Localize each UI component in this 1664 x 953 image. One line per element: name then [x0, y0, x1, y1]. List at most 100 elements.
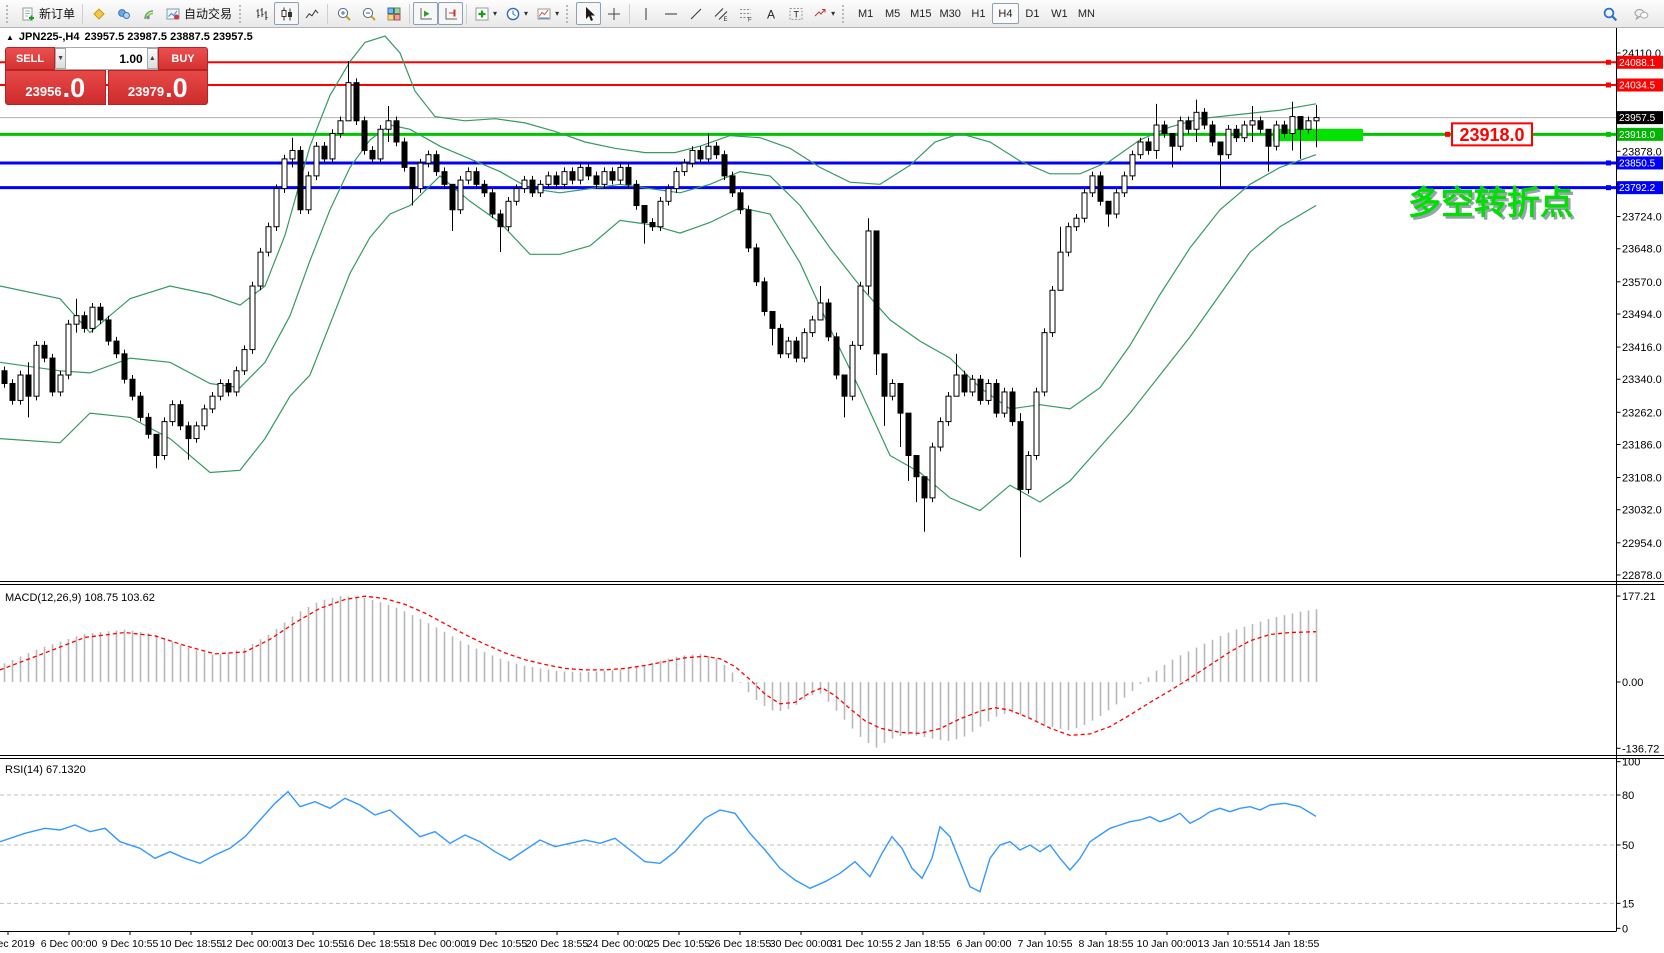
- candle-body: [738, 193, 743, 210]
- line-chart-button[interactable]: [299, 2, 324, 25]
- signals-icon: [141, 6, 157, 22]
- candle-body: [2, 371, 7, 384]
- community-button[interactable]: [111, 2, 136, 25]
- tab-timeframe-m30[interactable]: M30: [936, 3, 965, 24]
- bar-chart-button[interactable]: [249, 2, 274, 25]
- tab-timeframe-h4[interactable]: H4: [992, 3, 1019, 24]
- candle-body: [1202, 112, 1207, 125]
- candle-body: [1138, 142, 1143, 155]
- buy-button[interactable]: BUY: [158, 47, 208, 70]
- candle-body: [354, 83, 359, 121]
- candle-body: [306, 176, 311, 210]
- toolbar-chat-button[interactable]: [1628, 2, 1653, 25]
- candle-body: [914, 456, 919, 477]
- candle-body: [218, 383, 223, 396]
- toolbar-search-button[interactable]: [1597, 2, 1622, 25]
- candle-body: [1042, 333, 1047, 392]
- time-tick-label: 19 Dec 10:55: [465, 938, 528, 950]
- buy-price[interactable]: 23979 .0: [108, 70, 209, 105]
- axis-tag-text: 24088.1: [1619, 58, 1656, 69]
- candle-body: [362, 121, 367, 151]
- candle-body: [682, 163, 687, 171]
- candle-body: [242, 350, 247, 371]
- trendline-button[interactable]: [683, 2, 708, 25]
- chart-shift-button[interactable]: [438, 2, 463, 25]
- chart-canvas[interactable]: 多空转折点多空转折点23918.0MACD(12,26,9) 108.75 10…: [0, 0, 1664, 953]
- volume-up-button[interactable]: ▲: [147, 48, 158, 69]
- candle-body: [554, 176, 559, 184]
- candle-body: [290, 150, 295, 158]
- candle-body: [842, 375, 847, 396]
- candle-body: [210, 396, 215, 409]
- candle-body: [370, 150, 375, 158]
- vline-button[interactable]: [633, 2, 658, 25]
- mql-editor-button[interactable]: [86, 2, 111, 25]
- crosshair-button[interactable]: [601, 2, 626, 25]
- candle-body: [1090, 176, 1095, 193]
- tab-timeframe-m5[interactable]: M5: [879, 3, 906, 24]
- chevron-down-icon: ▾: [524, 10, 528, 18]
- periods-button[interactable]: ▾: [501, 2, 532, 25]
- tab-timeframe-w1[interactable]: W1: [1046, 3, 1073, 24]
- tab-timeframe-m1[interactable]: M1: [852, 3, 879, 24]
- collapse-icon[interactable]: ▲: [6, 33, 14, 42]
- candle-body: [234, 371, 239, 392]
- fibo-button[interactable]: F: [733, 2, 758, 25]
- new-order-button[interactable]: 新订单: [16, 2, 79, 25]
- tile-windows-button[interactable]: [381, 2, 406, 25]
- rsi-tick-label: 80: [1622, 790, 1634, 802]
- candle-body: [1098, 176, 1103, 201]
- zoom-out-button[interactable]: [356, 2, 381, 25]
- one-click-trade-panel: SELL ▼ ▲ BUY 23956 .0 23979 .0: [5, 47, 208, 105]
- label-button[interactable]: T: [783, 2, 808, 25]
- macd-tick-label: -136.72: [1622, 743, 1659, 755]
- hline-button[interactable]: [658, 2, 683, 25]
- shapes-button[interactable]: ▾: [808, 2, 839, 25]
- candle-body: [1066, 227, 1071, 252]
- volume-down-button[interactable]: ▼: [55, 48, 66, 69]
- candle-body: [490, 193, 495, 214]
- channel-button[interactable]: E: [708, 2, 733, 25]
- candle-body: [1146, 142, 1151, 150]
- annotation-text[interactable]: 多空转折点: [1408, 184, 1573, 221]
- trendline-icon: [688, 6, 704, 22]
- sell-button[interactable]: SELL: [5, 47, 55, 70]
- cursor-button[interactable]: [576, 2, 601, 25]
- svg-text:T: T: [793, 9, 799, 19]
- templates-button[interactable]: ▾: [532, 2, 563, 25]
- candle-body: [226, 383, 231, 391]
- sell-price[interactable]: 23956 .0: [5, 70, 106, 105]
- candle-body: [18, 375, 23, 400]
- candle-body: [58, 375, 63, 392]
- candle-body: [154, 434, 159, 455]
- volume-input[interactable]: [66, 48, 146, 69]
- candle-body: [1058, 252, 1063, 290]
- time-tick-label: 25 Dec 10:55: [648, 938, 711, 950]
- zoom-in-button[interactable]: [331, 2, 356, 25]
- candle-chart-button[interactable]: [274, 2, 299, 25]
- candle-body: [786, 341, 791, 354]
- autotrading-button-label: 自动交易: [184, 5, 232, 22]
- indicators-button[interactable]: ▾: [470, 2, 501, 25]
- tile-windows-icon: [386, 6, 402, 22]
- time-tick-label: 14 Jan 18:55: [1259, 938, 1320, 950]
- candle-body: [658, 201, 663, 226]
- vline-icon: [638, 6, 654, 22]
- candle-body: [1026, 456, 1031, 490]
- tab-timeframe-d1[interactable]: D1: [1019, 3, 1046, 24]
- candle-body: [66, 324, 71, 375]
- hline-endpoint-marker: [1606, 82, 1611, 87]
- tab-timeframe-m15[interactable]: M15: [906, 3, 935, 24]
- candle-body: [1242, 125, 1247, 138]
- price-tick-label: 23108.0: [1622, 473, 1662, 485]
- tab-timeframe-h1[interactable]: H1: [965, 3, 992, 24]
- candle-body: [90, 307, 95, 328]
- candle-body: [26, 375, 31, 396]
- autotrading-button[interactable]: 自动交易: [161, 2, 236, 25]
- candle-body: [818, 303, 823, 320]
- tab-timeframe-mn[interactable]: MN: [1073, 3, 1100, 24]
- signals-button[interactable]: [136, 2, 161, 25]
- text-button[interactable]: A: [758, 2, 783, 25]
- time-tick-label: 6 Jan 00:00: [957, 938, 1012, 950]
- auto-scroll-button[interactable]: [413, 2, 438, 25]
